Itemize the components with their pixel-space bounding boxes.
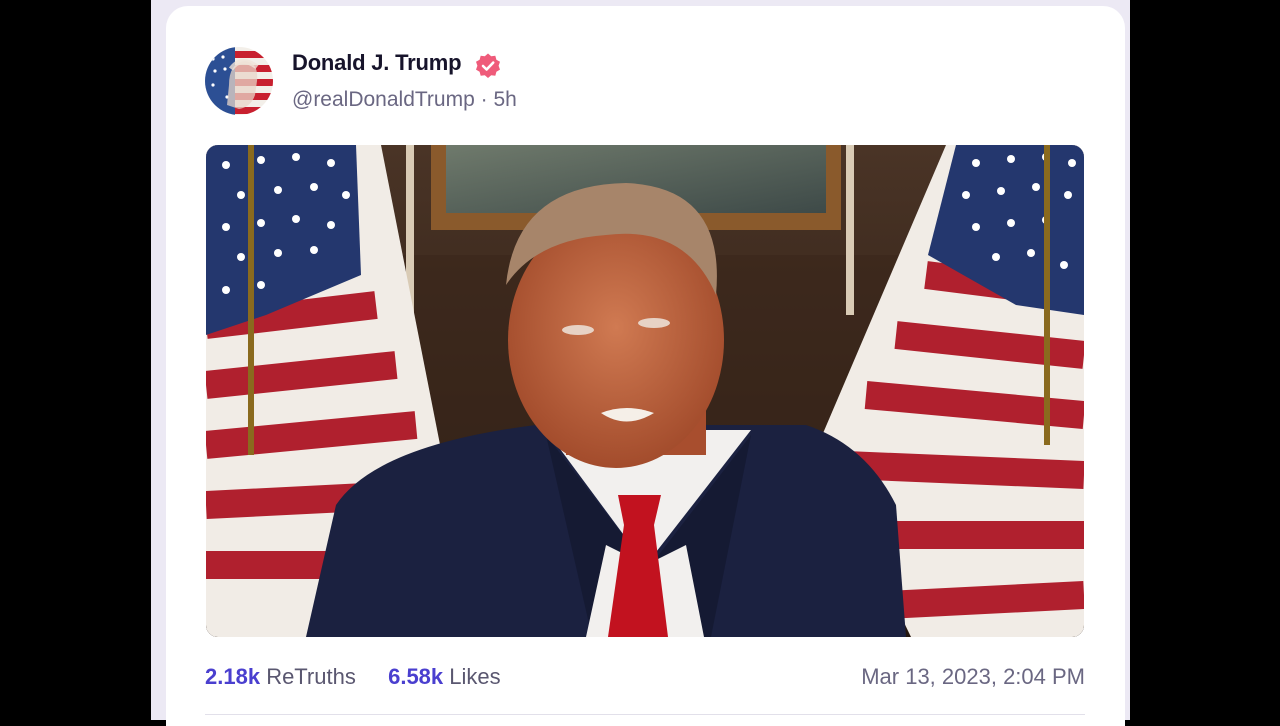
likes-stat[interactable]: 6.58k Likes <box>388 664 501 689</box>
retruths-stat[interactable]: 2.18k ReTruths <box>205 664 356 689</box>
likes-count: 6.58k <box>388 664 444 689</box>
likes-label: Likes <box>449 664 501 689</box>
author-meta: @realDonaldTrump · 5h <box>292 88 517 112</box>
engagement-stats: 2.18k ReTruths 6.58k Likes <box>205 664 501 690</box>
video-thumbnail[interactable] <box>206 145 1084 637</box>
retruths-count: 2.18k <box>205 664 261 689</box>
author-handle[interactable]: @realDonaldTrump <box>292 88 475 111</box>
avatar-image <box>205 47 273 115</box>
post-timestamp[interactable]: Mar 13, 2023, 2:04 PM <box>861 664 1085 690</box>
video-frame <box>206 145 1084 637</box>
meta-separator: · <box>480 88 488 111</box>
retruths-label: ReTruths <box>266 664 356 689</box>
author-name[interactable]: Donald J. Trump <box>292 50 462 76</box>
post-age[interactable]: 5h <box>493 88 516 111</box>
verified-badge-icon <box>476 53 500 78</box>
author-avatar[interactable] <box>205 47 273 115</box>
card-divider <box>205 714 1085 715</box>
